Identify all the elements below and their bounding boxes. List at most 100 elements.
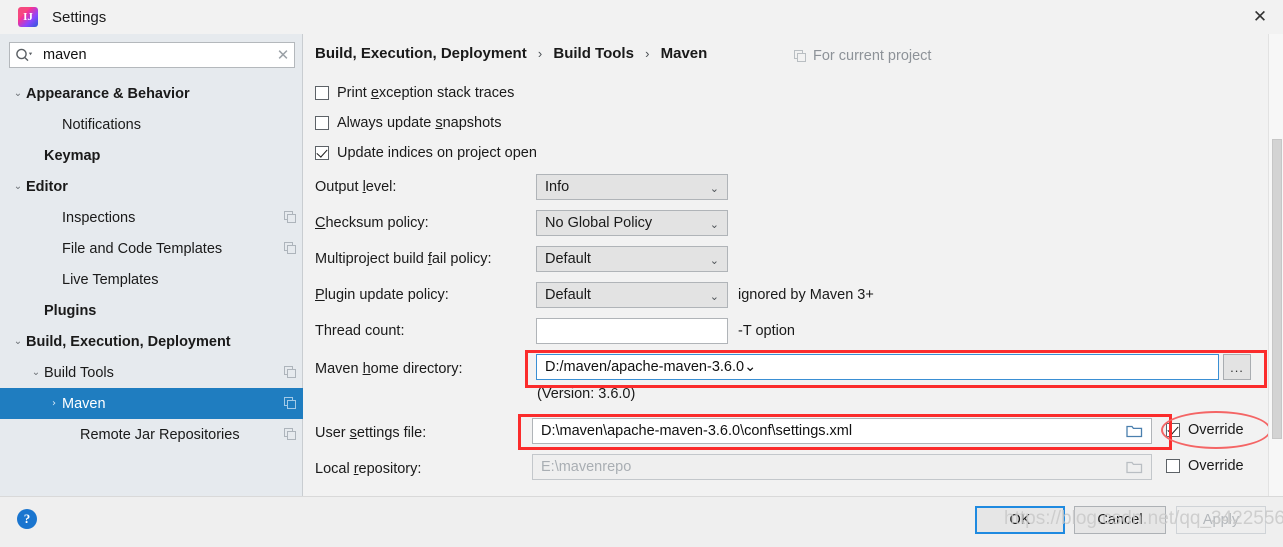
scrollbar-thumb[interactable] <box>1272 139 1282 439</box>
label-user-settings-file: User settings file: <box>315 425 427 441</box>
checkbox-label: Print exception stack traces <box>337 85 515 101</box>
scope-label: For current project <box>813 48 932 64</box>
sidebar-item-remote-jar-repositories[interactable]: Remote Jar Repositories <box>0 419 303 450</box>
checkbox-box[interactable] <box>1166 423 1180 437</box>
sidebar-item-live-templates[interactable]: Live Templates <box>0 264 303 295</box>
settings-tree[interactable]: ⌄ Appearance & Behavior Notifications Keyma… <box>0 78 303 496</box>
clear-icon[interactable]: ✕ <box>272 46 294 64</box>
help-glyph: ? <box>23 511 31 526</box>
hint-thread-count: -T option <box>738 323 795 339</box>
maven-version-note: (Version: 3.6.0) <box>537 386 636 402</box>
search-field[interactable]: maven ✕ <box>9 42 295 68</box>
checkbox-update-indices-on-project-open[interactable]: Update indices on project open <box>315 145 537 161</box>
sidebar-item-label: Live Templates <box>62 271 159 288</box>
label-maven-home-directory: Maven home directory: <box>315 361 463 377</box>
sidebar-item-build-execution-deployment[interactable]: ⌄ Build, Execution, Deployment <box>0 326 303 357</box>
sidebar-item-label: Notifications <box>62 116 141 133</box>
dropdown-plugin-update-policy[interactable]: Default ⌄ <box>536 282 728 308</box>
input-thread-count[interactable] <box>536 318 728 344</box>
checkbox-override-user-settings[interactable]: Override <box>1166 422 1244 438</box>
input-value: E:\mavenrepo <box>541 459 632 475</box>
dropdown-value: No Global Policy <box>545 215 653 231</box>
checkbox-label: Override <box>1188 422 1244 438</box>
chevron-down-icon: ⌄ <box>744 359 757 375</box>
breadcrumb-part-3: Maven <box>660 45 708 62</box>
help-icon[interactable]: ? <box>17 509 37 529</box>
checkbox-label: Update indices on project open <box>337 145 537 161</box>
dropdown-value: Default <box>545 287 591 303</box>
chevron-down-icon[interactable]: ⌄ <box>10 336 26 347</box>
checkbox-always-update-snapshots[interactable]: Always update snapshots <box>315 115 501 131</box>
combo-value: D:/maven/apache-maven-3.6.0 <box>545 359 745 375</box>
search-input[interactable]: maven <box>39 47 272 63</box>
folder-icon <box>1122 455 1146 479</box>
project-scope-icon <box>284 397 297 410</box>
sidebar-item-build-tools[interactable]: ⌄ Build Tools <box>0 357 303 388</box>
combo-maven-home-directory[interactable]: D:/maven/apache-maven-3.6.0 ⌄ <box>536 354 1219 380</box>
checkbox-print-exception-stack-traces[interactable]: Print exception stack traces <box>315 85 514 101</box>
label-local-repository: Local repository: <box>315 461 422 477</box>
breadcrumb-separator-2: › <box>645 46 650 61</box>
folder-icon[interactable] <box>1122 419 1146 443</box>
checkbox-label: Always update snapshots <box>337 115 502 131</box>
intellij-idea-icon: IJ <box>18 7 38 27</box>
input-user-settings-file[interactable]: D:\maven\apache-maven-3.6.0\conf\setting… <box>532 418 1152 444</box>
chevron-down-icon[interactable]: ⌄ <box>10 88 26 99</box>
project-scope-icon <box>284 211 297 224</box>
settings-sidebar: maven ✕ ⌄ Appearance & Behavior Notificati… <box>0 34 303 496</box>
sidebar-item-label: Maven <box>62 395 106 412</box>
label-plugin-update-policy: Plugin update policy: <box>315 287 449 303</box>
sidebar-item-label: Plugins <box>44 302 97 319</box>
hint-plugin-update-policy: ignored by Maven 3+ <box>738 287 874 303</box>
sidebar-item-label: Remote Jar Repositories <box>80 426 240 443</box>
close-icon[interactable]: ✕ <box>1237 0 1283 34</box>
app-icon-glyph: IJ <box>23 11 33 23</box>
dropdown-value: Info <box>545 179 570 195</box>
sidebar-item-inspections[interactable]: Inspections <box>0 202 303 233</box>
dropdown-value: Default <box>545 251 591 267</box>
breadcrumb-separator-1: › <box>537 46 543 61</box>
label-checksum-policy: Checksum policy: <box>315 215 429 231</box>
chevron-down-icon[interactable]: ⌄ <box>28 367 44 378</box>
label-thread-count: Thread count: <box>315 323 405 339</box>
browse-button-label: ... <box>1230 359 1244 375</box>
breadcrumb-part-2[interactable]: Build Tools <box>553 45 634 62</box>
chevron-right-icon[interactable]: › <box>46 398 62 409</box>
search-icon[interactable] <box>15 48 39 62</box>
vertical-scrollbar[interactable] <box>1268 34 1283 496</box>
sidebar-item-label: Inspections <box>62 209 136 226</box>
sidebar-item-plugins[interactable]: Plugins <box>0 295 303 326</box>
sidebar-item-appearance-behavior[interactable]: ⌄ Appearance & Behavior <box>0 78 303 109</box>
sidebar-item-label: File and Code Templates <box>62 240 223 257</box>
dropdown-multiproject-build-fail-policy[interactable]: Default ⌄ <box>536 246 728 272</box>
checkbox-override-local-repository[interactable]: Override <box>1166 458 1244 474</box>
input-local-repository[interactable]: E:\mavenrepo <box>532 454 1152 480</box>
title-bar: IJ Settings ✕ <box>0 0 1283 34</box>
window-title: Settings <box>52 8 107 26</box>
sidebar-item-file-and-code-templates[interactable]: File and Code Templates <box>0 233 303 264</box>
sidebar-item-label: Build, Execution, Deployment <box>26 333 231 350</box>
label-multiproject-build-fail-policy: Multiproject build fail policy: <box>315 251 492 267</box>
sidebar-item-label: Build Tools <box>44 364 114 381</box>
dropdown-output-level[interactable]: Info ⌄ <box>536 174 728 200</box>
sidebar-item-editor[interactable]: ⌄ Editor <box>0 171 303 202</box>
label-output-level: Output level: <box>315 179 397 195</box>
chevron-down-icon: ⌄ <box>709 217 719 231</box>
sidebar-item-label: Keymap <box>44 147 101 164</box>
chevron-down-icon: ⌄ <box>709 289 719 303</box>
checkbox-box[interactable] <box>315 86 329 100</box>
sidebar-item-keymap[interactable]: Keymap <box>0 140 303 171</box>
sidebar-item-label: Appearance & Behavior <box>26 85 190 102</box>
browse-maven-home-button[interactable]: ... <box>1223 354 1251 380</box>
checkbox-box[interactable] <box>315 146 329 160</box>
chevron-down-icon[interactable]: ⌄ <box>10 181 26 192</box>
checkbox-box[interactable] <box>315 116 329 130</box>
checkbox-box[interactable] <box>1166 459 1180 473</box>
sidebar-item-notifications[interactable]: Notifications <box>0 109 303 140</box>
sidebar-item-maven[interactable]: › Maven <box>0 388 303 419</box>
breadcrumb-part-1[interactable]: Build, Execution, Deployment <box>315 45 527 62</box>
watermark-text: https://blog.csdn.net/qq_34225561 <box>1004 508 1283 529</box>
sidebar-item-label: Editor <box>26 178 68 195</box>
project-scope-icon <box>284 366 297 379</box>
dropdown-checksum-policy[interactable]: No Global Policy ⌄ <box>536 210 728 236</box>
